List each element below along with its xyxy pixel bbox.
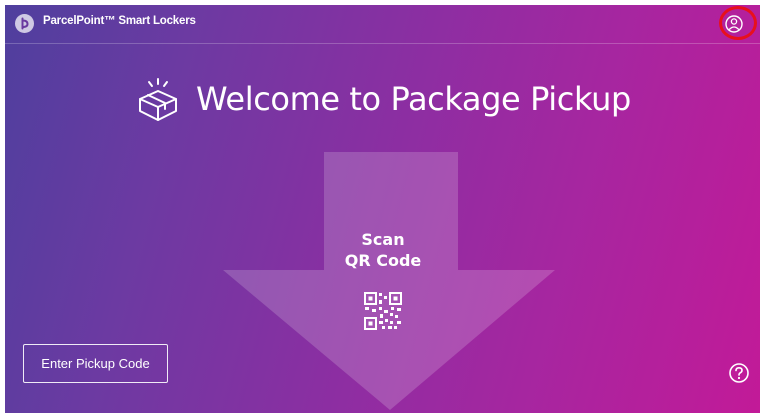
welcome-title: Welcome to Package Pickup — [196, 80, 631, 118]
scan-qr-code-area[interactable]: Scan QR Code — [323, 229, 443, 330]
user-account-button[interactable] — [721, 11, 747, 37]
top-bar: ParcelPoint™ Smart Lockers — [5, 5, 760, 44]
qr-code-icon — [364, 292, 402, 330]
user-account-icon — [725, 15, 743, 33]
kiosk-screen: ParcelPoint™ Smart Lockers Welcome to Pa… — [5, 5, 760, 413]
package-box-icon — [139, 78, 178, 121]
scan-label-line1: Scan — [361, 230, 405, 249]
welcome-header: Welcome to Package Pickup — [5, 75, 760, 123]
enter-pickup-code-button[interactable]: Enter Pickup Code — [23, 344, 168, 383]
parcelpoint-logo-icon — [15, 14, 34, 33]
help-icon — [729, 363, 749, 383]
help-button[interactable] — [728, 362, 750, 384]
app-title: ParcelPoint™ Smart Lockers — [43, 15, 196, 27]
scan-label-line2: QR Code — [344, 251, 422, 270]
